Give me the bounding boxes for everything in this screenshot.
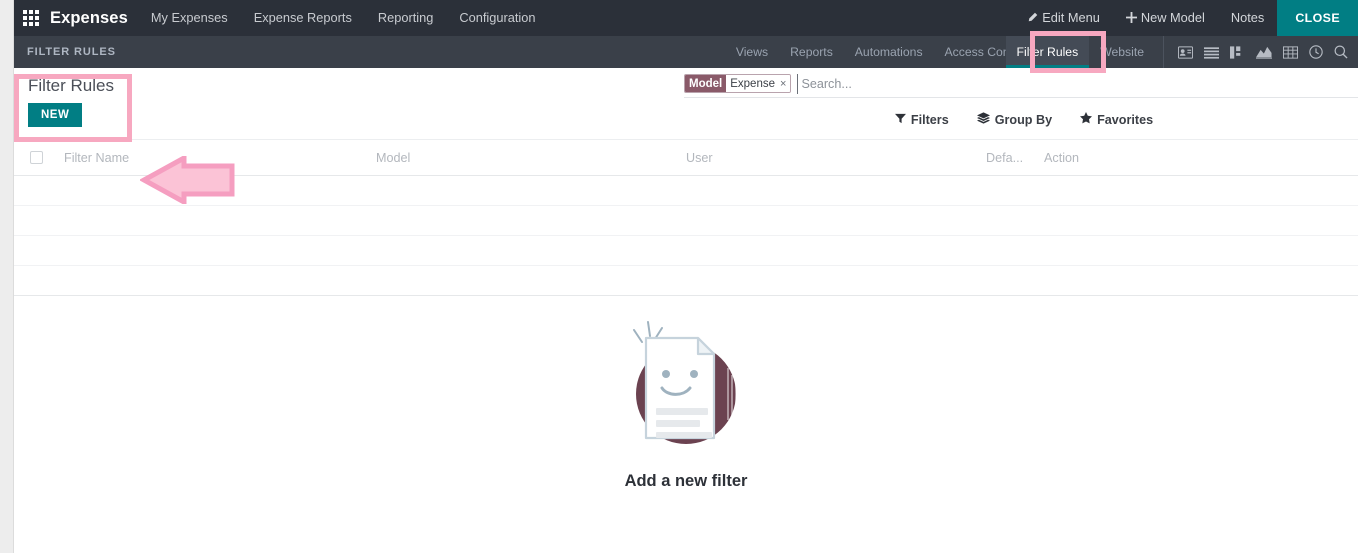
top-navbar: Expenses My Expenses Expense Reports Rep… <box>14 0 1358 36</box>
empty-state: Add a new filter <box>14 296 1358 491</box>
select-all-checkbox[interactable] <box>30 151 43 164</box>
facet-remove-icon[interactable]: × <box>780 78 786 90</box>
table-row <box>14 176 1358 206</box>
favorites-label: Favorites <box>1097 112 1154 127</box>
tab-access-control[interactable]: Access Control <box>934 36 1006 68</box>
tab-automations[interactable]: Automations <box>844 36 934 68</box>
facet-label: Model <box>685 75 727 92</box>
star-icon <box>1080 112 1093 127</box>
studio-tabs: Views Reports Automations Access Control… <box>725 36 1155 68</box>
table-row <box>14 266 1358 296</box>
tab-views[interactable]: Views <box>725 36 779 68</box>
layers-icon <box>976 112 990 127</box>
search-input[interactable] <box>797 73 1358 94</box>
column-header-model[interactable]: Model <box>376 151 686 165</box>
odoo-studio-filter-rules-screen: Expenses My Expenses Expense Reports Rep… <box>0 0 1358 553</box>
nav-item-expense-reports[interactable]: Expense Reports <box>241 0 365 36</box>
tab-filter-rules[interactable]: Filter Rules <box>1005 36 1090 68</box>
new-button[interactable]: NEW <box>28 103 83 127</box>
group-by-label: Group By <box>994 112 1053 127</box>
edit-menu-button[interactable]: Edit Menu <box>1014 0 1113 37</box>
nav-item-my-expenses[interactable]: My Expenses <box>138 0 241 36</box>
pencil-icon <box>1027 1 1038 37</box>
notes-button[interactable]: Notes <box>1218 0 1277 36</box>
page-title: Filter Rules <box>28 76 114 95</box>
kanban-icon[interactable] <box>1230 45 1245 59</box>
search-row: Model Expense × <box>684 73 1358 98</box>
select-all-checkbox-cell[interactable] <box>30 151 64 164</box>
search-tools: Filters Group By Favorites <box>684 112 1358 127</box>
studio-view-type-icons <box>1163 36 1358 68</box>
filters-label: Filters <box>910 112 949 127</box>
table-row <box>14 206 1358 236</box>
column-header-action[interactable]: Action <box>1044 151 1164 165</box>
nav-item-reporting[interactable]: Reporting <box>365 0 447 36</box>
main-content: Filter Rules NEW Model Expense × Search.… <box>14 68 1358 553</box>
filters-dropdown[interactable]: Filters <box>894 112 949 127</box>
column-header-filter-name[interactable]: Filter Name <box>64 151 376 165</box>
new-model-button[interactable]: New Model <box>1113 0 1218 37</box>
control-panel-left: Filter Rules NEW <box>14 72 132 142</box>
contact-card-icon[interactable] <box>1178 45 1193 59</box>
plus-icon <box>1125 1 1137 37</box>
breadcrumb: FILTER RULES <box>27 46 116 58</box>
facet-value: Expense × <box>726 75 791 92</box>
nav-item-configuration[interactable]: Configuration <box>446 0 548 36</box>
subbar-spacer <box>116 36 725 68</box>
new-model-label: New Model <box>1140 9 1205 25</box>
search-panel: Model Expense × Search... Filters Group … <box>684 73 1358 127</box>
tab-website[interactable]: Website <box>1089 36 1155 68</box>
edit-menu-label: Edit Menu <box>1042 9 1100 25</box>
clock-icon[interactable] <box>1309 45 1323 59</box>
tab-reports[interactable]: Reports <box>779 36 844 68</box>
column-header-default[interactable]: Defa... <box>986 151 1044 165</box>
list-icon[interactable] <box>1204 46 1219 59</box>
facet-value-text: Expense <box>730 77 775 90</box>
pivot-table-icon[interactable] <box>1283 45 1298 59</box>
close-button[interactable]: CLOSE <box>1277 0 1358 36</box>
column-header-user[interactable]: User <box>686 151 986 165</box>
apps-grid-icon[interactable] <box>14 0 48 36</box>
funnel-icon <box>894 113 906 127</box>
empty-state-text: Add a new filter <box>624 472 748 490</box>
area-chart-icon[interactable] <box>1256 46 1272 59</box>
smiling-document-icon <box>616 320 756 460</box>
group-by-dropdown[interactable]: Group By <box>976 112 1053 127</box>
control-panel: Filter Rules NEW Model Expense × Search.… <box>14 68 1358 142</box>
app-brand-title[interactable]: Expenses <box>48 9 138 28</box>
favorites-dropdown[interactable]: Favorites <box>1080 112 1153 127</box>
search-icon[interactable] <box>1334 45 1348 59</box>
list-empty-rows <box>14 176 1358 296</box>
list-header: Filter Name Model User Defa... Action <box>14 140 1358 176</box>
navbar-right-group: Edit Menu New Model Notes CLOSE <box>1014 0 1358 36</box>
table-row <box>14 236 1358 266</box>
left-edge-scrollbar-strip[interactable] <box>0 0 14 553</box>
studio-subbar: FILTER RULES Views Reports Automations A… <box>14 36 1358 68</box>
search-facet-model[interactable]: Model Expense × <box>684 74 792 93</box>
